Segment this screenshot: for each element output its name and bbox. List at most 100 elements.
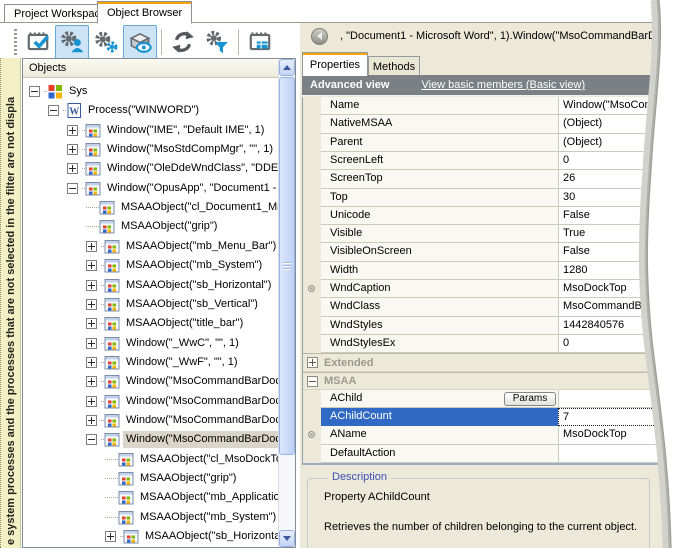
collapse-icon[interactable]: [86, 434, 97, 445]
tree-item[interactable]: Window("_WwC", "", 1): [86, 334, 242, 353]
expand-icon[interactable]: [86, 280, 97, 291]
expand-icon[interactable]: [86, 376, 97, 387]
property-row-wndclass[interactable]: WndClassMsoCommandBarDock: [303, 298, 687, 317]
property-value[interactable]: 30: [558, 189, 687, 207]
params-button[interactable]: Params: [504, 392, 556, 406]
tree-item[interactable]: MSAAObject("sb_Horizontal"): [105, 527, 279, 546]
collapse-icon[interactable]: [307, 376, 318, 387]
expand-icon[interactable]: [86, 338, 97, 349]
tree-item[interactable]: Window("IME", "Default IME", 1): [67, 121, 267, 140]
scroll-down-button[interactable]: [279, 530, 295, 547]
tree-item[interactable]: Window("MsoCommandBarDock", ": [86, 372, 279, 391]
property-value[interactable]: Window("MsoComm: [558, 97, 687, 115]
property-row-wndcaption[interactable]: WndCaptionMsoDockTop: [303, 280, 687, 298]
property-value[interactable]: 1442840576: [558, 317, 687, 335]
gears-button[interactable]: [89, 25, 123, 59]
property-value[interactable]: [558, 445, 687, 463]
property-row-wndstyles[interactable]: WndStyles1442840576: [303, 317, 687, 335]
tree-item[interactable]: MSAAObject("sb_Vertical"): [86, 295, 261, 314]
expand-icon[interactable]: [307, 357, 318, 368]
property-value[interactable]: True: [558, 225, 687, 243]
cube-eye-button[interactable]: [123, 25, 157, 59]
tree-item[interactable]: MSAAObject("sb_Horizontal"): [86, 276, 274, 295]
expand-icon[interactable]: [86, 415, 97, 426]
back-button[interactable]: [311, 28, 328, 45]
scroll-up-button[interactable]: [279, 59, 295, 76]
tree-item[interactable]: WProcess("WINWORD"): [48, 101, 202, 120]
tree-item[interactable]: MSAAObject("mb_System"): [86, 256, 265, 275]
property-value[interactable]: (Object): [558, 134, 687, 152]
tab-properties[interactable]: Properties: [302, 52, 368, 76]
tree-item[interactable]: MSAAObject("mb_Menu_Bar"): [86, 237, 279, 256]
expand-icon[interactable]: [86, 299, 97, 310]
property-row-width[interactable]: Width1280: [303, 262, 687, 280]
property-row-achildcount[interactable]: AChildCount7: [303, 408, 687, 426]
property-value[interactable]: 1280: [558, 262, 687, 280]
property-row-name[interactable]: NameWindow("MsoComm: [303, 97, 687, 115]
property-row-screentop[interactable]: ScreenTop26: [303, 170, 687, 189]
tree-item[interactable]: Window("MsoCommandBarDock", ": [86, 430, 279, 449]
tree-item[interactable]: Window("MsoCommandBarDock", ": [86, 392, 279, 411]
property-value[interactable]: MsoDockTop: [558, 426, 687, 445]
property-value[interactable]: MsoCommandBarDock: [558, 298, 687, 317]
tab-object-browser[interactable]: Object Browser: [97, 1, 192, 24]
scroll-thumb[interactable]: [279, 77, 295, 455]
gear-filter-button[interactable]: [200, 25, 234, 59]
tree-item[interactable]: Window("OpusApp", "Document1 - Mic: [67, 179, 279, 198]
collapse-icon[interactable]: [48, 105, 59, 116]
tree-item[interactable]: Sys: [29, 82, 90, 101]
property-value[interactable]: False: [558, 243, 687, 262]
property-row-unicode[interactable]: UnicodeFalse: [303, 207, 687, 225]
tree-item[interactable]: Window("MsoStdCompMgr", "", 1): [67, 140, 276, 159]
property-value[interactable]: (Object): [558, 115, 687, 134]
property-row-wndstylesex[interactable]: WndStylesEx0: [303, 335, 687, 353]
checked-window-button[interactable]: [21, 25, 55, 59]
expand-icon[interactable]: [86, 241, 97, 252]
gear-user-button[interactable]: [55, 25, 89, 59]
tree-item[interactable]: MSAAObject("sb_Vertical"): [105, 546, 279, 547]
refresh-button[interactable]: [166, 25, 200, 59]
dock-window-button[interactable]: [243, 25, 277, 59]
collapse-icon[interactable]: [67, 183, 78, 194]
group-row-msaa[interactable]: MSAA: [303, 372, 687, 390]
property-row-top[interactable]: Top30: [303, 189, 687, 207]
expand-icon[interactable]: [67, 163, 78, 174]
tree-item[interactable]: MSAAObject("cl_Document1_Micro: [86, 198, 279, 217]
expand-icon[interactable]: [86, 318, 97, 329]
toolbar-grip[interactable]: [14, 29, 17, 55]
tree-item[interactable]: MSAAObject("mb_Application": [105, 488, 279, 507]
expand-icon[interactable]: [86, 357, 97, 368]
expand-icon[interactable]: [86, 260, 97, 271]
property-row-achild[interactable]: AChildParams: [303, 390, 687, 408]
expand-icon[interactable]: [86, 396, 97, 407]
tree-item[interactable]: MSAAObject("grip"): [86, 217, 220, 236]
expand-icon[interactable]: [105, 531, 116, 542]
tree-item[interactable]: MSAAObject("grip"): [105, 469, 239, 488]
group-row-extended[interactable]: Extended: [303, 353, 687, 372]
property-value[interactable]: 7: [558, 408, 687, 426]
tree-item[interactable]: MSAAObject("mb_System"): [105, 508, 279, 527]
property-value[interactable]: 26: [558, 170, 687, 189]
property-value[interactable]: MsoDockTop: [558, 280, 687, 298]
tree-scrollbar[interactable]: [278, 59, 295, 547]
tree-item[interactable]: MSAAObject("cl_MsoDockTop": [105, 450, 279, 469]
property-row-defaultaction[interactable]: DefaultAction: [303, 445, 687, 463]
property-row-nativemsaa[interactable]: NativeMSAA(Object): [303, 115, 687, 134]
expand-icon[interactable]: [67, 125, 78, 136]
property-row-aname[interactable]: ANameMsoDockTop: [303, 426, 687, 445]
tree-item[interactable]: Window("OleDdeWndClass", "DDE Ser: [67, 159, 279, 178]
basic-view-link[interactable]: View basic members (Basic view): [421, 79, 585, 91]
property-value[interactable]: 0: [558, 335, 687, 353]
property-value[interactable]: 0: [558, 152, 687, 170]
property-value[interactable]: False: [558, 207, 687, 225]
tab-methods[interactable]: Methods: [368, 56, 420, 77]
collapse-icon[interactable]: [29, 86, 40, 97]
property-row-parent[interactable]: Parent(Object): [303, 134, 687, 152]
tree-item[interactable]: Window("_WwF", "", 1): [86, 353, 241, 372]
property-row-visibleonscreen[interactable]: VisibleOnScreenFalse: [303, 243, 687, 262]
property-value[interactable]: [558, 390, 687, 408]
expand-icon[interactable]: [67, 144, 78, 155]
property-row-visible[interactable]: VisibleTrue: [303, 225, 687, 243]
tree-item[interactable]: MSAAObject("title_bar"): [86, 314, 246, 333]
tree-item[interactable]: Window("MsoCommandBarDock", ": [86, 411, 279, 430]
